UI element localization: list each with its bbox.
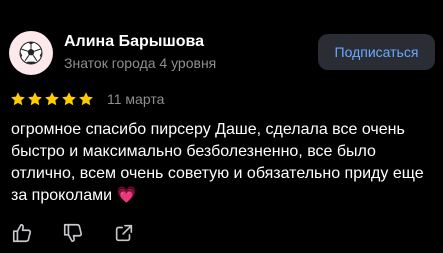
share-button[interactable] — [112, 221, 136, 245]
soccer-ball-icon — [19, 41, 43, 65]
subscribe-button[interactable]: Подписаться — [318, 34, 435, 70]
share-icon — [115, 224, 133, 242]
avatar[interactable] — [9, 31, 53, 75]
author-name[interactable]: Алина Барышова — [64, 33, 204, 51]
star-icon — [79, 92, 93, 106]
star-icon — [11, 92, 25, 106]
review-actions — [10, 221, 136, 245]
like-button[interactable] — [10, 221, 34, 245]
dislike-button[interactable] — [61, 221, 85, 245]
like-icon — [12, 223, 32, 243]
author-level: Знаток города 4 уровня — [64, 55, 217, 71]
star-icon — [45, 92, 59, 106]
review-card: Алина Барышова Знаток города 4 уровня По… — [0, 0, 443, 253]
star-icon — [62, 92, 76, 106]
review-text: огромное спасибо пирсеру Даше, сделала в… — [11, 121, 424, 204]
star-icon — [28, 92, 42, 106]
review-date: 11 марта — [107, 91, 165, 107]
dislike-icon — [63, 223, 83, 243]
rating-stars — [10, 91, 94, 107]
